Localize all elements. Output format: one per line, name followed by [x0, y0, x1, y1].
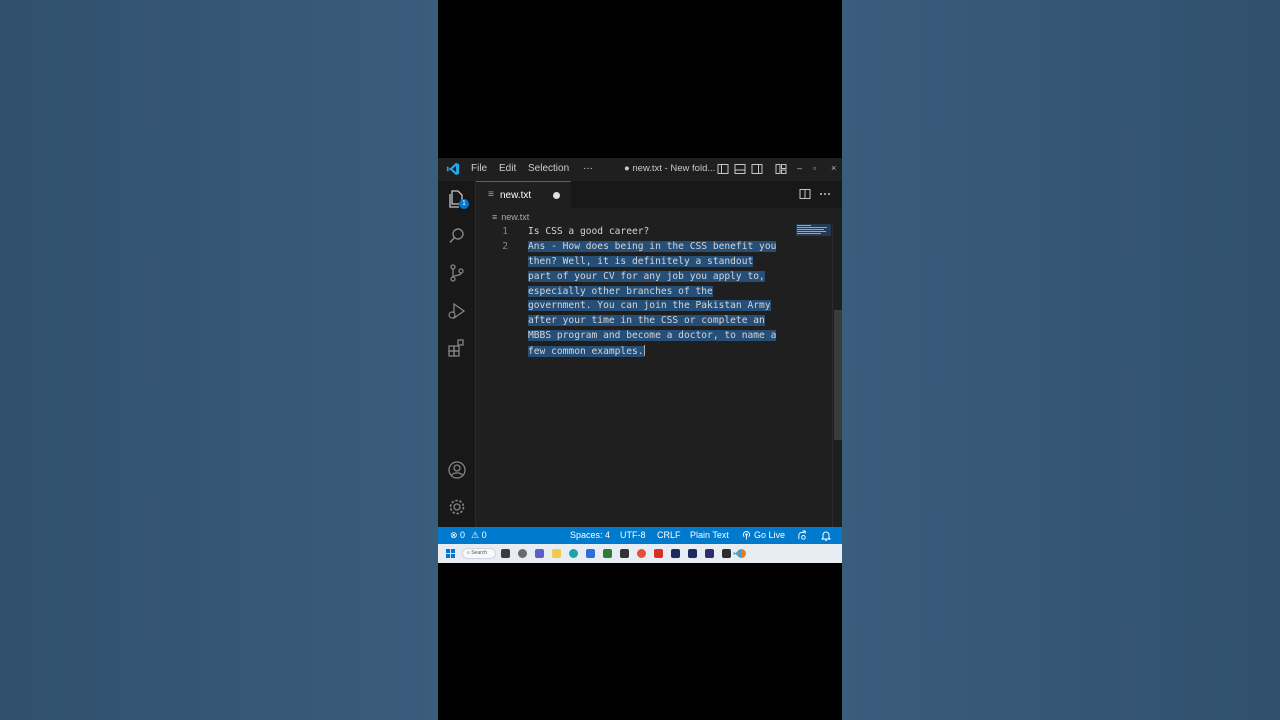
- breadcrumb-label: new.txt: [501, 212, 530, 222]
- vscode-taskbar-icon[interactable]: [733, 549, 742, 558]
- file-explorer-icon[interactable]: [552, 549, 561, 558]
- more-actions-icon[interactable]: [819, 188, 831, 200]
- live-share-icon[interactable]: [797, 530, 808, 541]
- background-right: [842, 0, 1280, 720]
- line-number: 1: [502, 226, 508, 237]
- toggle-secondary-sidebar-icon[interactable]: [751, 163, 763, 175]
- split-editor-icon[interactable]: [799, 188, 811, 200]
- indentation-status[interactable]: Spaces: 4: [570, 530, 610, 540]
- photoshop-icon[interactable]: [688, 549, 697, 558]
- code-line-selected[interactable]: especially other branches of the: [528, 286, 713, 297]
- chrome-icon[interactable]: [637, 549, 646, 558]
- minimap[interactable]: [796, 224, 831, 236]
- toggle-primary-sidebar-icon[interactable]: [717, 163, 729, 175]
- title-bar: File Edit Selection ··· ● new.txt - New …: [438, 158, 842, 181]
- problems-errors[interactable]: ⊗ 0: [450, 530, 465, 541]
- tab-new-txt[interactable]: ≡ new.txt: [476, 181, 571, 208]
- close-window-button[interactable]: ×: [831, 163, 836, 173]
- breadcrumb[interactable]: ≡ new.txt: [492, 212, 529, 222]
- broadcast-icon: [742, 531, 751, 540]
- vscode-window-frame: File Edit Selection ··· ● new.txt - New …: [438, 0, 842, 720]
- unsaved-dot-icon[interactable]: [553, 192, 560, 199]
- activity-bar: [438, 181, 476, 527]
- acrobat-icon[interactable]: [654, 549, 663, 558]
- explorer-badge: 1: [459, 199, 469, 209]
- line-number: 2: [502, 241, 508, 252]
- code-line-selected[interactable]: then? Well, it is definitely a standout: [528, 256, 754, 267]
- premiere-icon[interactable]: [671, 549, 680, 558]
- menu-more[interactable]: ···: [583, 163, 593, 174]
- app-icon-1[interactable]: [603, 549, 612, 558]
- text-file-icon: ≡: [488, 189, 494, 200]
- app-icon-3[interactable]: [722, 549, 731, 558]
- maximize-button[interactable]: ▫: [813, 163, 816, 173]
- task-view-icon[interactable]: [501, 549, 510, 558]
- menu-edit[interactable]: Edit: [499, 163, 516, 174]
- store-icon[interactable]: [586, 549, 595, 558]
- app-icon-2[interactable]: [620, 549, 629, 558]
- code-line-selected[interactable]: Ans - How does being in the CSS benefit …: [528, 241, 777, 252]
- code-line[interactable]: Is CSS a good career?: [528, 226, 649, 237]
- go-live-button[interactable]: Go Live: [754, 530, 785, 540]
- status-bar: ⊗ 0 ⚠ 0 Spaces: 4 UTF-8 CRLF Plain Text …: [438, 527, 842, 544]
- run-debug-icon[interactable]: [447, 301, 467, 321]
- toggle-panel-icon[interactable]: [734, 163, 746, 175]
- code-line-selected[interactable]: government. You can join the Pakistan Ar…: [528, 300, 771, 311]
- window-title: ● new.txt - New fold...: [624, 163, 716, 174]
- widgets-icon[interactable]: [518, 549, 527, 558]
- code-line-selected[interactable]: part of your CV for any job you apply to…: [528, 271, 765, 282]
- vertical-scrollbar[interactable]: [832, 224, 842, 527]
- selected-text: few common examples.: [528, 345, 644, 357]
- edge-browser-icon[interactable]: [569, 549, 578, 558]
- problems-warnings[interactable]: ⚠ 0: [471, 530, 487, 541]
- eol-status[interactable]: CRLF: [657, 530, 681, 540]
- vscode-logo-icon: [446, 162, 460, 176]
- taskbar-search-box[interactable]: ⌕ Search: [462, 548, 496, 559]
- background-left: [0, 0, 438, 720]
- settings-icon[interactable]: [447, 497, 467, 517]
- menu-file[interactable]: File: [471, 163, 487, 174]
- search-icon[interactable]: [447, 226, 467, 246]
- notifications-bell-icon[interactable]: [821, 530, 831, 541]
- windows-taskbar: ⌕ Search: [438, 544, 842, 563]
- extensions-icon[interactable]: [447, 338, 467, 358]
- minimize-button[interactable]: –: [797, 163, 802, 173]
- windows-start-icon[interactable]: [446, 549, 455, 558]
- editor-area: ≡ new.txt ≡ new.txt 1 Is CSS a good caree…: [476, 181, 842, 527]
- source-control-icon[interactable]: [447, 263, 467, 283]
- encoding-status[interactable]: UTF-8: [620, 530, 646, 540]
- text-cursor: [643, 345, 645, 356]
- taskbar-search-label: Search: [471, 550, 488, 556]
- account-icon[interactable]: [447, 460, 467, 480]
- tab-bar: ≡ new.txt: [476, 181, 842, 208]
- after-effects-icon[interactable]: [705, 549, 714, 558]
- code-line-selected[interactable]: MBBS program and become a doctor, to nam…: [528, 330, 777, 341]
- menu-selection[interactable]: Selection: [528, 163, 569, 174]
- code-line-selected[interactable]: after your time in the CSS or complete a…: [528, 315, 765, 326]
- chat-icon[interactable]: [535, 549, 544, 558]
- breadcrumb-file-icon: ≡: [492, 212, 498, 222]
- language-mode-status[interactable]: Plain Text: [690, 530, 729, 540]
- tab-label: new.txt: [500, 190, 532, 201]
- code-line-last[interactable]: few common examples.: [528, 345, 645, 357]
- scrollbar-thumb[interactable]: [834, 310, 842, 440]
- customize-layout-icon[interactable]: [775, 163, 787, 175]
